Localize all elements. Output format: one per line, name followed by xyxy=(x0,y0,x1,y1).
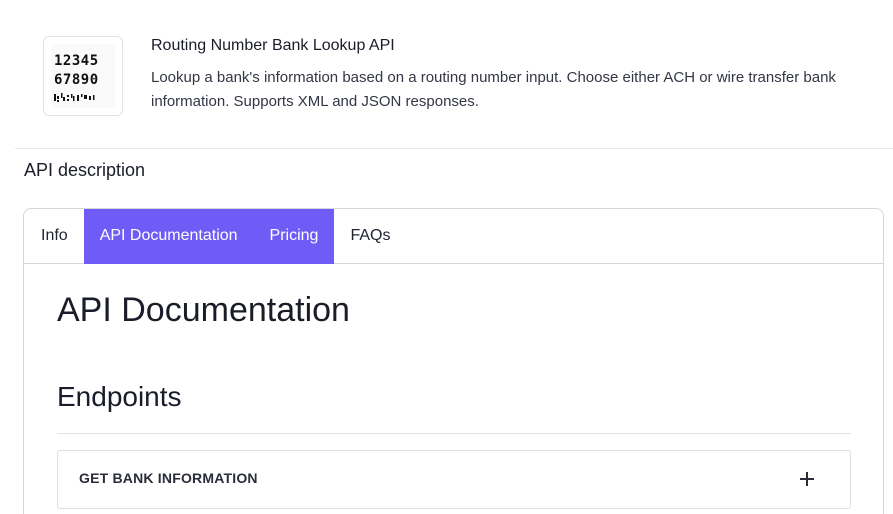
product-header: 12345 67890 Routing Number Bank Lookup A… xyxy=(0,0,893,148)
endpoints-title: Endpoints xyxy=(57,381,182,412)
tab-info[interactable]: Info xyxy=(24,209,84,264)
doc-title: API Documentation xyxy=(57,291,350,329)
product-title: Routing Number Bank Lookup API xyxy=(151,37,395,54)
endpoint-label: GET BANK INFORMATION xyxy=(79,470,258,486)
product-description: Lookup a bank's information based on a r… xyxy=(151,69,836,110)
tab-faqs[interactable]: FAQs xyxy=(334,209,406,264)
tab-api-documentation[interactable]: API Documentation xyxy=(83,209,254,264)
api-tabs-panel: Info API Documentation Pricing FAQs API … xyxy=(23,208,884,514)
section-label: API description xyxy=(24,160,146,180)
plus-icon[interactable] xyxy=(799,471,815,487)
logo-line-2: 67890 xyxy=(54,72,99,88)
endpoint-accordion-get-bank-information[interactable]: GET BANK INFORMATION xyxy=(57,450,851,509)
tab-pricing[interactable]: Pricing xyxy=(253,209,335,264)
logo-line-1: 12345 xyxy=(54,53,99,69)
endpoints-divider xyxy=(57,433,851,434)
product-logo: 12345 67890 xyxy=(43,36,123,116)
tab-bar: Info API Documentation Pricing FAQs xyxy=(24,209,883,264)
page: 12345 67890 Routing Number Bank Lookup A… xyxy=(0,0,893,514)
header-divider xyxy=(15,148,893,149)
routing-number-logo-icon: 12345 67890 xyxy=(51,44,115,108)
